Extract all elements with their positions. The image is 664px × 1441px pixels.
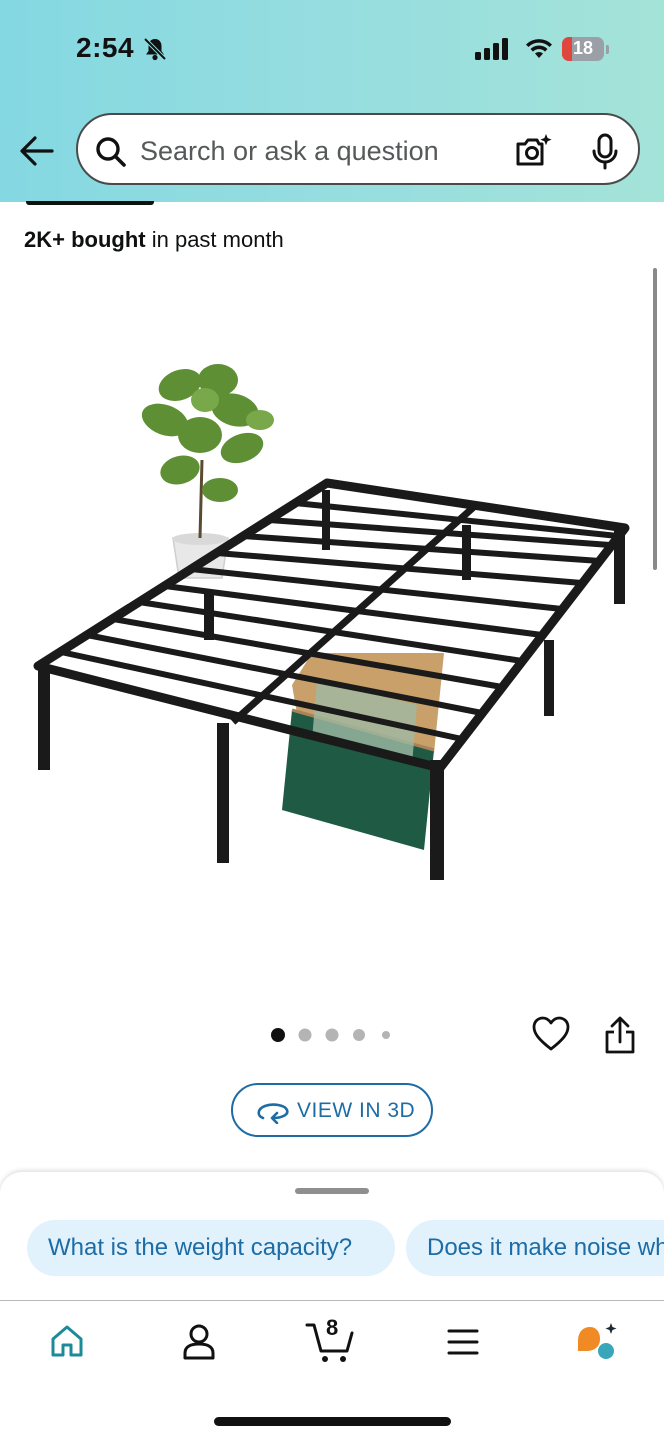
suggestion-chip-noise[interactable]: Does it make noise when moving? — [406, 1220, 664, 1276]
menu-icon[interactable] — [447, 1328, 479, 1356]
image-pager[interactable] — [270, 1027, 394, 1043]
product-image[interactable] — [30, 340, 634, 890]
bought-count: 2K+ bought in past month — [24, 227, 284, 252]
cart-button[interactable]: 8 — [305, 1315, 357, 1363]
back-arrow-icon[interactable] — [18, 134, 56, 168]
cart-count: 8 — [326, 1315, 339, 1340]
bell-off-icon — [143, 37, 167, 61]
rotate-3d-icon — [257, 1103, 289, 1124]
battery-icon: 18 — [562, 37, 604, 61]
tab-indicator — [26, 201, 154, 205]
scrollbar[interactable] — [653, 268, 657, 570]
signal-icon — [475, 38, 508, 60]
view-in-3d-button[interactable]: VIEW IN 3D — [231, 1083, 433, 1137]
wifi-icon — [526, 39, 552, 58]
search-placeholder[interactable]: Search or ask a question — [140, 136, 439, 167]
home-indicator — [214, 1417, 451, 1426]
microphone-icon[interactable] — [590, 133, 620, 171]
bottom-sheet: What is the weight capacity? Does it mak… — [0, 1172, 664, 1441]
suggestion-chip-weight[interactable]: What is the weight capacity? — [27, 1220, 395, 1276]
account-icon[interactable] — [181, 1323, 217, 1361]
rufus-icon[interactable] — [576, 1321, 618, 1361]
sheet-handle[interactable] — [295, 1188, 369, 1194]
home-icon[interactable] — [49, 1323, 85, 1359]
view-in-3d-label: VIEW IN 3D — [297, 1099, 416, 1122]
search-icon — [96, 137, 126, 167]
share-icon[interactable] — [603, 1016, 637, 1056]
status-time: 2:54 — [76, 32, 135, 63]
bottom-nav: 8 — [0, 1300, 664, 1441]
search-bar[interactable]: Search or ask a question — [76, 113, 640, 185]
heart-icon[interactable] — [532, 1016, 570, 1052]
camera-lens-icon[interactable] — [514, 132, 554, 170]
app-header: 2:54 18 Search or ask a question — [0, 0, 664, 202]
battery-level: 18 — [572, 38, 594, 58]
